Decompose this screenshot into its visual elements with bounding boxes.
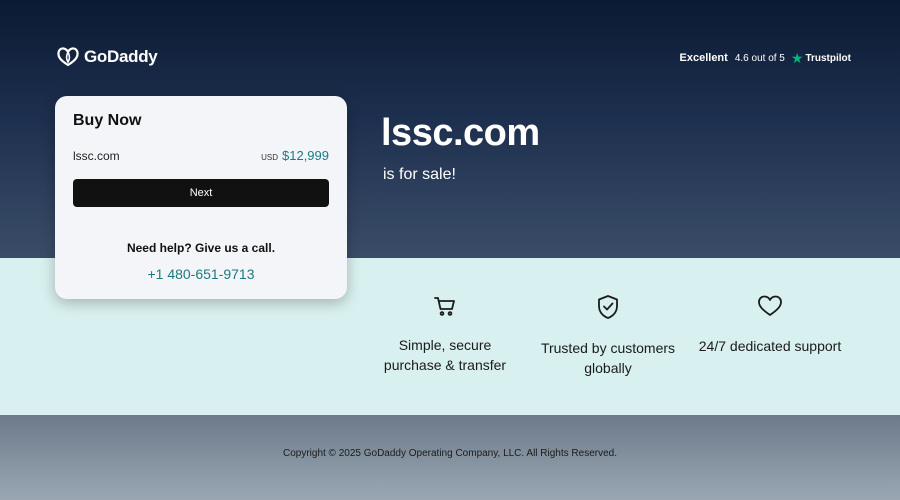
feature-support: 24/7 dedicated support: [692, 294, 848, 356]
price-amount: $12,999: [282, 148, 329, 163]
star-icon: ★: [790, 50, 804, 66]
card-domain: lssc.com: [73, 149, 120, 163]
page-subtitle: is for sale!: [383, 166, 456, 183]
feature-line: purchase & transfer: [383, 357, 507, 373]
trustpilot-score: 4.6 out of 5: [734, 52, 785, 64]
price-row: lssc.com USD $12,999: [73, 148, 329, 163]
feature-line: globally: [584, 360, 632, 376]
page-title: lssc.com: [381, 112, 540, 154]
heart-icon: [692, 294, 848, 318]
feature-text: Trusted by customers globally: [533, 338, 683, 378]
feature-text: Simple, secure purchase & transfer: [370, 335, 520, 375]
logo-wordmark: GoDaddy: [84, 47, 158, 66]
godaddy-logo[interactable]: GoDaddy: [57, 47, 158, 67]
feature-text: 24/7 dedicated support: [692, 336, 848, 356]
next-button[interactable]: Next: [73, 179, 329, 207]
price: USD $12,999: [261, 148, 329, 163]
feature-line: Simple, secure: [398, 337, 492, 353]
help-text: Need help? Give us a call.: [126, 241, 276, 255]
phone-link[interactable]: +1 480-651-9713: [73, 266, 329, 282]
feature-trusted: Trusted by customers globally: [533, 294, 683, 378]
godaddy-logo-icon: [57, 47, 79, 67]
price-currency: USD: [261, 153, 278, 162]
trustpilot-rating[interactable]: Excellent 4.6 out of 5 ★ Trustpilot: [680, 51, 851, 65]
feature-secure-purchase: Simple, secure purchase & transfer: [370, 295, 520, 375]
copyright-text: Copyright © 2025 GoDaddy Operating Compa…: [282, 448, 618, 459]
footer: Copyright © 2025 GoDaddy Operating Compa…: [0, 415, 900, 500]
cart-icon: [370, 295, 520, 317]
feature-line: Trusted by customers: [540, 340, 676, 356]
trustpilot-brand: Trustpilot: [805, 52, 851, 64]
feature-line: 24/7 dedicated support: [698, 338, 842, 354]
buy-now-card: Buy Now lssc.com USD $12,999 Next Need h…: [55, 96, 347, 299]
card-title: Buy Now: [73, 112, 142, 129]
shield-check-icon: [533, 294, 683, 320]
trustpilot-label: Excellent: [679, 52, 728, 64]
